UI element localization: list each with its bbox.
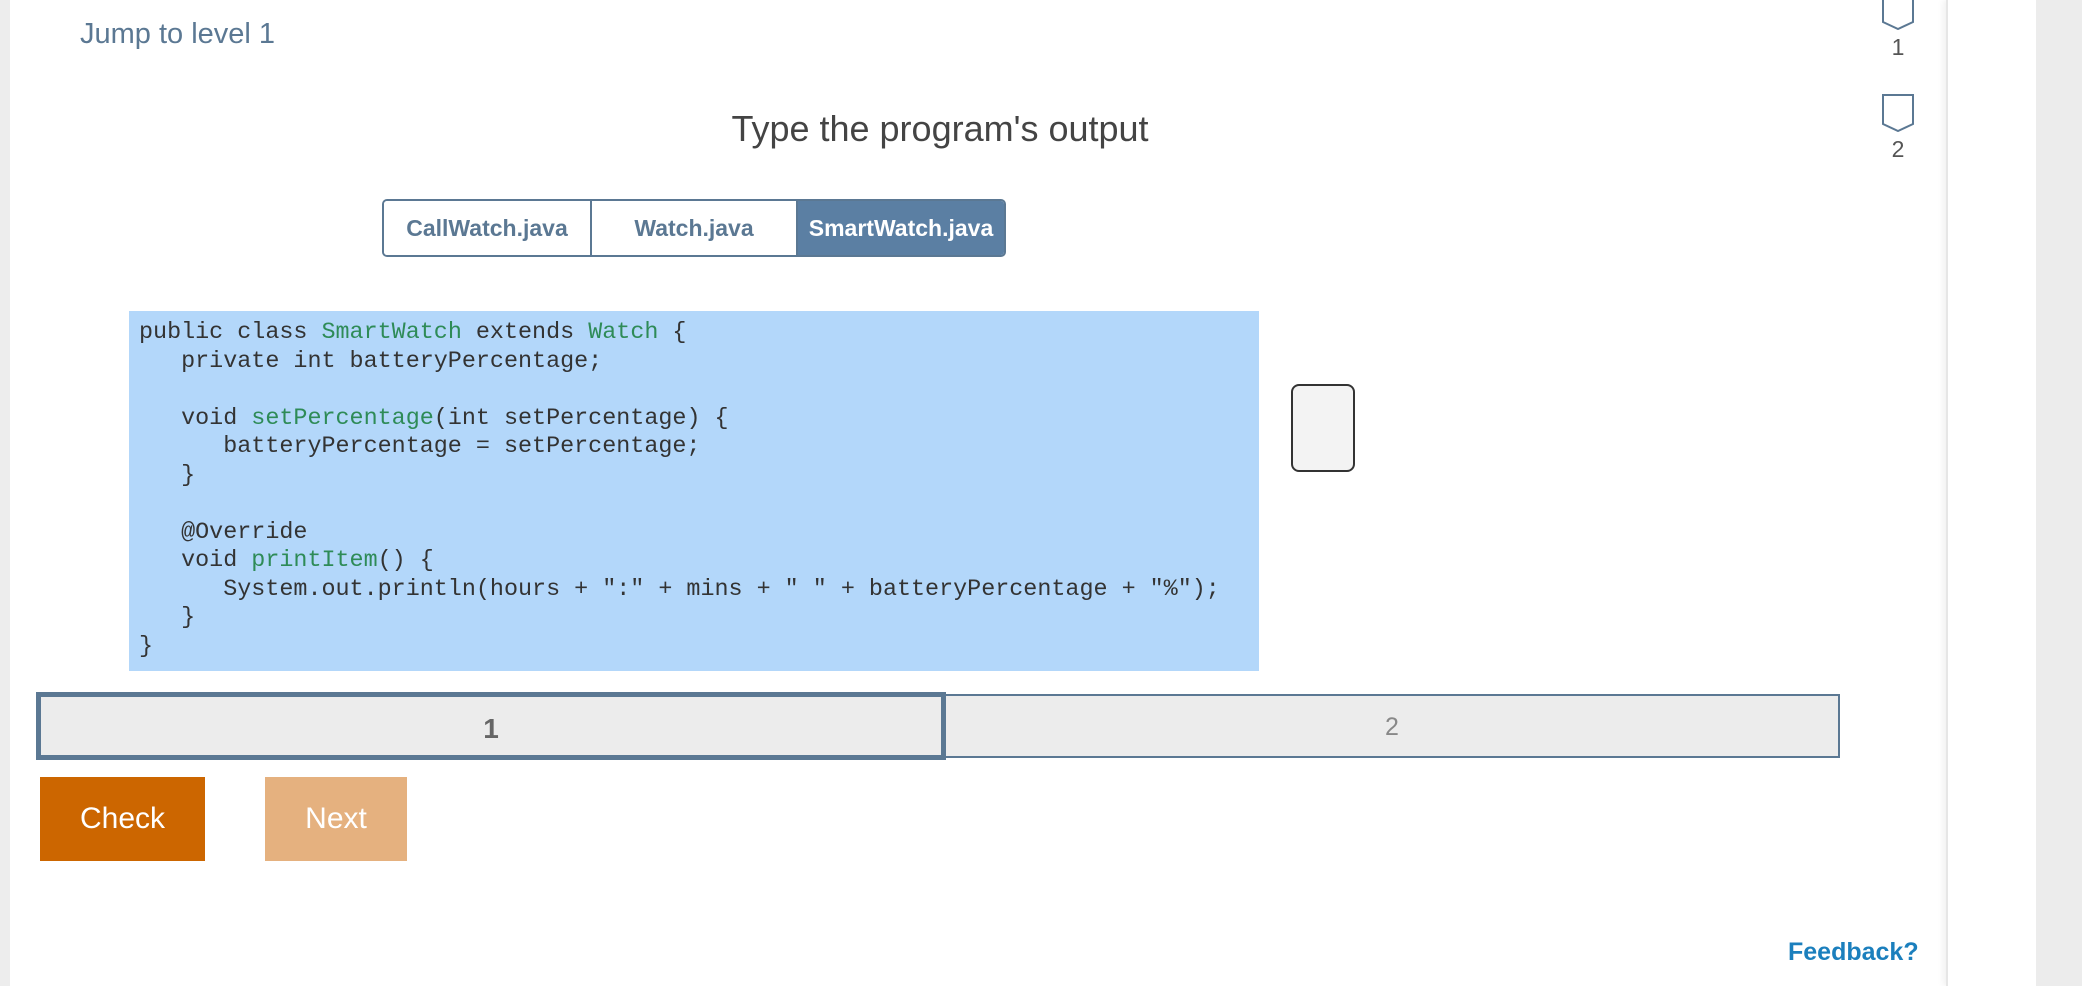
code-line: private int batteryPercentage; [139,348,603,375]
level-progress-bar: 1 2 [36,692,1840,760]
shield-icon [1882,94,1914,132]
feedback-link[interactable]: Feedback? [1788,938,1919,967]
code-line: public class SmartWatch extends Watch { [139,320,687,346]
output-input[interactable] [1291,384,1355,472]
code-line: } [139,605,196,631]
level-marker-2[interactable]: 2 [1878,94,1918,163]
shield-icon [1882,0,1914,30]
page-title: Type the program's output [731,108,1149,149]
page: Jump to level 1 Type the program's outpu… [0,0,2082,986]
code-line: batteryPercentage = setPercentage; [139,434,701,460]
scrollbar-track[interactable] [2036,0,2082,986]
code-line: void setPercentage(int setPercentage) { [139,405,729,432]
jump-to-level-link[interactable]: Jump to level 1 [80,18,275,51]
level-sidebar [1946,0,2038,986]
tab-watch-java[interactable]: Watch.java [590,201,796,255]
next-button[interactable]: Next [265,777,407,861]
code-line: void printItem() { [139,548,434,574]
level-marker-1[interactable]: 1 [1878,0,1918,61]
code-line: } [139,633,154,660]
code-block: public class SmartWatch extends Watch { … [129,311,1259,671]
level-number: 1 [1891,34,1905,60]
code-line: } [139,462,196,489]
level-number: 2 [1891,136,1905,162]
progress-segment-1[interactable]: 1 [36,692,946,760]
tab-callwatch-java[interactable]: CallWatch.java [384,201,590,255]
code-line: System.out.println(hours + ":" + mins + … [139,576,1220,603]
file-tabs: CallWatch.java Watch.java SmartWatch.jav… [382,199,1006,257]
code-line: @Override [139,519,308,546]
progress-segment-2[interactable]: 2 [944,694,1840,758]
tab-smartwatch-java[interactable]: SmartWatch.java [796,201,1004,255]
check-button[interactable]: Check [40,777,205,861]
